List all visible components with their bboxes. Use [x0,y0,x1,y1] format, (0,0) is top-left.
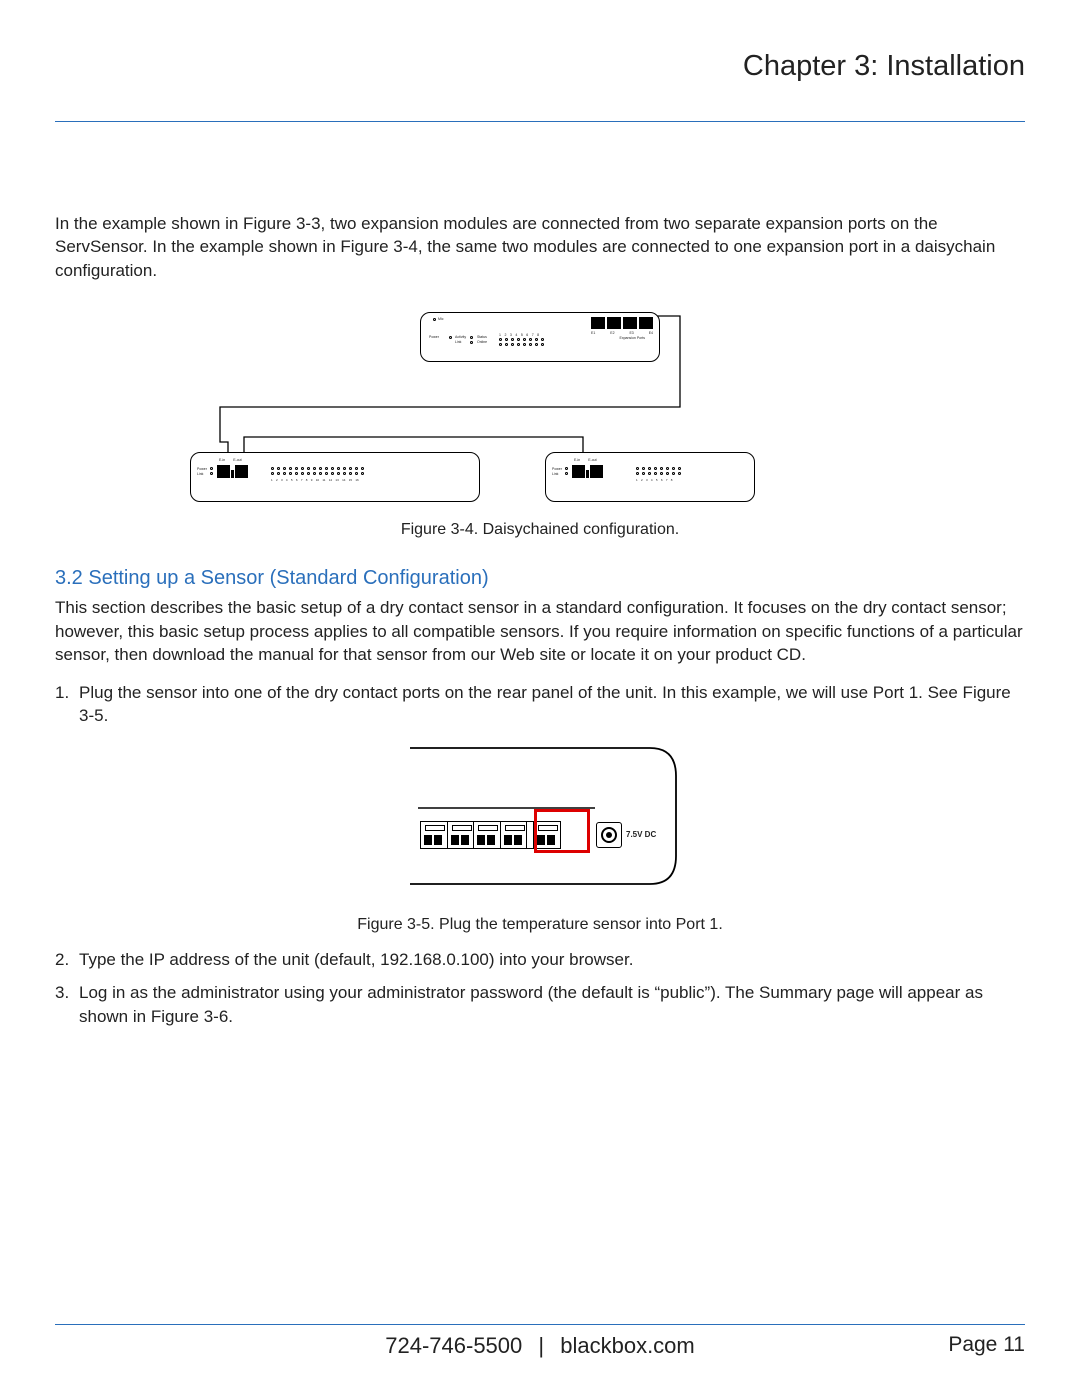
step-1-number: 1. [55,681,79,728]
footer-separator: | [538,1333,544,1358]
dc-power-jack [596,822,622,848]
expansion-ports [591,317,653,329]
step-2-number: 2. [55,948,79,971]
chapter-title: Chapter 3: Installation [55,50,1025,89]
dc-power-label: 7.5V DC [626,830,656,839]
main-status-labels: Status Online [477,335,487,345]
footer-phone: 724-746-5500 [385,1333,522,1358]
sub-b-left-labels: Power Link [552,467,562,477]
step-1: 1. Plug the sensor into one of the dry c… [55,681,1025,728]
sub-a-e-out [235,465,248,478]
header-rule [55,121,1025,122]
section-3-2-heading: 3.2 Setting up a Sensor (Standard Config… [55,567,1025,590]
exp-port-labels: E1 E2 E3 E4 [591,331,653,335]
port-6 [447,821,475,849]
steps-list: 1. Plug the sensor into one of the dry c… [55,681,1025,728]
figure-3-5-caption: Figure 3-5. Plug the temperature sensor … [55,916,1025,934]
main-led-grid: 12345678 [499,333,544,348]
step-3: 3. Log in as the administrator using you… [55,981,1025,1028]
exp-port-e4 [639,317,653,329]
step-1-text: Plug the sensor into one of the dry cont… [79,681,1025,728]
exp-port-e2 [607,317,621,329]
sub-a-led-grid: 12345678910111213141516 [271,467,364,482]
section-3-2-body: This section describes the basic setup o… [55,596,1025,666]
mic-label: Mic [433,317,443,321]
sub-b-led-grid: 12345678 [636,467,681,482]
footer-site: blackbox.com [560,1333,695,1358]
figure-3-4-caption: Figure 3-4. Daisychained configuration. [55,521,1025,539]
page-footer: 724-746-5500 | blackbox.com Page 11 [55,1324,1025,1357]
sub-b-ports [572,465,603,478]
exp-port-e1 [591,317,605,329]
main-mid-leds [470,336,473,346]
sub-a-e-in [217,465,230,478]
sub-b-port-labels: E-in E-out [574,458,597,462]
port-4 [473,821,501,849]
step-3-number: 3. [55,981,79,1028]
figure-3-4-diagram: Mic Power Activity Link Status Online 1 [190,312,890,507]
sub-a-left-labels: Power Link [197,467,207,477]
exp-caption: Expansion Ports [620,336,646,340]
steps-list-continued: 2. Type the IP address of the unit (defa… [55,948,1025,1028]
sub-a-ports [217,465,248,478]
step-2: 2. Type the IP address of the unit (defa… [55,948,1025,971]
main-left-labels: Power [429,335,439,340]
step-3-text: Log in as the administrator using your a… [79,981,1025,1028]
port-2 [500,821,528,849]
page-number: Page 11 [948,1333,1025,1357]
step-2-text: Type the IP address of the unit (default… [79,948,1025,971]
page: Chapter 3: Installation In the example s… [0,0,1080,1397]
footer-contact: 724-746-5500 | blackbox.com [55,1333,1025,1359]
expansion-module-b: Power Link E-in E-out 12345678 [545,452,755,502]
port-1-highlight [534,809,590,853]
sub-b-e-out [590,465,603,478]
servsensor-main-device: Mic Power Activity Link Status Online 1 [420,312,660,362]
exp-port-e3 [623,317,637,329]
expansion-module-a: Power Link E-in E-out 123456789101112131… [190,452,480,502]
intro-paragraph: In the example shown in Figure 3-3, two … [55,212,1025,282]
main-mid-labels: Activity Link [455,335,466,345]
port-8 [420,821,448,849]
main-left-led [449,336,452,341]
figure-3-5-diagram: 7.5V DC [400,746,680,886]
sub-b-e-in [572,465,585,478]
sub-a-port-labels: E-in E-out [219,458,242,462]
